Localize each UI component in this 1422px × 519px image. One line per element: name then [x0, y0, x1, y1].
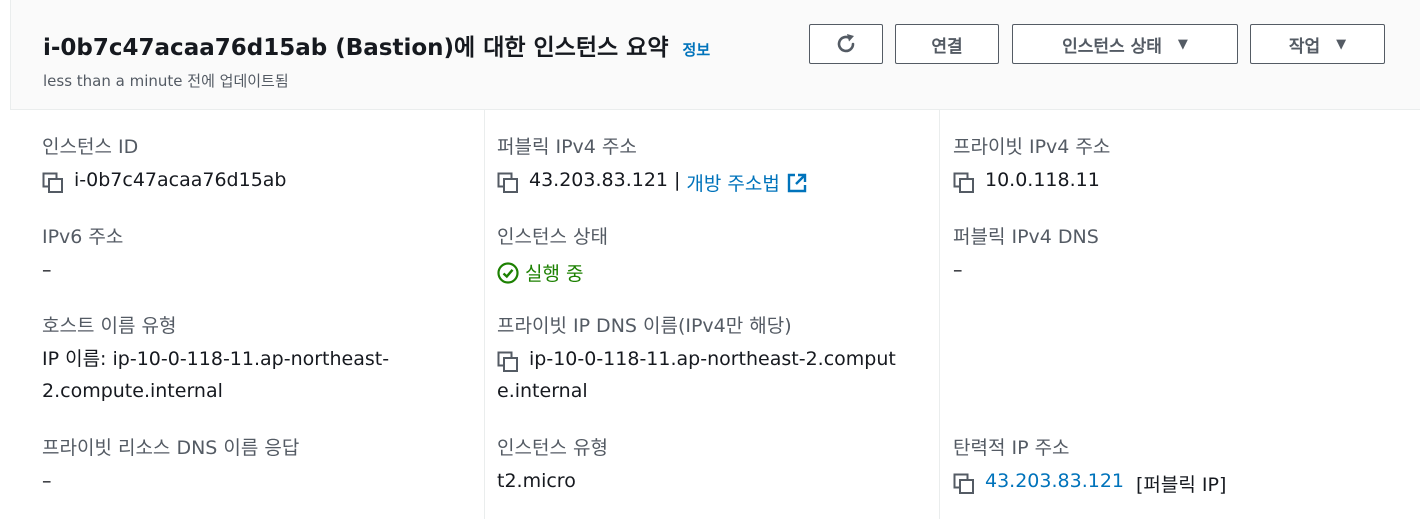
- instance-state-button[interactable]: 인스턴스 상태 ▼: [1012, 24, 1238, 64]
- private-resource-dns-label: 프라이빗 리소스 DNS 이름 응답: [42, 437, 300, 459]
- copy-icon[interactable]: [953, 172, 975, 194]
- private-ipv4-value: 10.0.118.11: [985, 169, 1100, 191]
- private-dns-label: 프라이빗 IP DNS 이름(IPv4만 해당): [497, 315, 792, 337]
- summary-details: 인스턴스 ID i-0b7c47acaa76d15ab IPv6 주소 – 호스…: [10, 110, 1420, 519]
- open-address-link[interactable]: 개방 주소법: [686, 169, 779, 196]
- hostname-type-label: 호스트 이름 유형: [42, 315, 177, 337]
- instance-id-field: 인스턴스 ID i-0b7c47acaa76d15ab: [42, 132, 287, 194]
- check-circle-icon: [497, 261, 519, 284]
- hostname-type-value-line1: IP 이름: ip-10-0-118-11.ap-northeast-: [42, 348, 390, 370]
- refresh-icon: [837, 34, 855, 53]
- copy-icon[interactable]: [497, 172, 519, 194]
- external-link-icon[interactable]: [786, 172, 808, 194]
- elastic-ip-label: 탄력적 IP 주소: [953, 437, 1070, 459]
- instance-id-value: i-0b7c47acaa76d15ab: [74, 169, 287, 191]
- copy-icon[interactable]: [42, 172, 64, 194]
- summary-header: i-0b7c47acaa76d15ab (Bastion)에 대한 인스턴스 요…: [10, 0, 1420, 110]
- connect-button-label: 연결: [931, 36, 963, 57]
- ipv6-value: –: [42, 259, 52, 281]
- elastic-ip-suffix: [퍼블릭 IP]: [1136, 474, 1227, 496]
- public-ipv4-field: 퍼블릭 IPv4 주소 43.203.83.121 | 개방 주소법: [497, 132, 808, 196]
- actions-button-label: 작업: [1288, 36, 1321, 57]
- hostname-type-field: 호스트 이름 유형 IP 이름: ip-10-0-118-11.ap-north…: [42, 311, 389, 407]
- copy-icon[interactable]: [953, 473, 975, 495]
- instance-state-button-label: 인스턴스 상태: [1062, 36, 1162, 57]
- public-ipv4-label: 퍼블릭 IPv4 주소: [497, 136, 637, 158]
- private-dns-field: 프라이빗 IP DNS 이름(IPv4만 해당) ip-10-0-118-11.…: [497, 311, 896, 407]
- info-link[interactable]: 정보: [683, 41, 711, 59]
- public-ipv4-value: 43.203.83.121: [529, 169, 669, 191]
- instance-type-value: t2.micro: [497, 470, 576, 492]
- instance-state-value: 실행 중: [525, 263, 584, 285]
- page-title: i-0b7c47acaa76d15ab (Bastion)에 대한 인스턴스 요…: [43, 28, 710, 62]
- private-ipv4-label: 프라이빗 IPv4 주소: [953, 136, 1111, 158]
- ipv6-field: IPv6 주소 –: [42, 222, 123, 281]
- column-divider: [484, 110, 485, 519]
- private-resource-dns-field: 프라이빗 리소스 DNS 이름 응답 –: [42, 433, 299, 492]
- separator: |: [674, 169, 681, 191]
- caret-down-icon: ▼: [1177, 36, 1188, 52]
- last-updated-text: less than a minute 전에 업데이트됨: [43, 72, 289, 90]
- elastic-ip-field: 탄력적 IP 주소 43.203.83.121 [퍼블릭 IP]: [953, 433, 1226, 497]
- actions-button[interactable]: 작업 ▼: [1250, 24, 1385, 64]
- page-title-text: i-0b7c47acaa76d15ab (Bastion)에 대한 인스턴스 요…: [43, 35, 669, 61]
- caret-down-icon: ▼: [1336, 36, 1347, 52]
- hostname-type-value-line2: 2.compute.internal: [42, 380, 223, 402]
- private-dns-value-line1: ip-10-0-118-11.ap-northeast-2.comput: [529, 348, 896, 370]
- connect-button[interactable]: 연결: [895, 24, 999, 64]
- instance-id-label: 인스턴스 ID: [42, 136, 139, 158]
- instance-state-label: 인스턴스 상태: [497, 226, 608, 248]
- public-dns-field: 퍼블릭 IPv4 DNS –: [953, 222, 1099, 281]
- ipv6-label: IPv6 주소: [42, 226, 124, 248]
- public-dns-value: –: [953, 259, 963, 281]
- private-resource-dns-value: –: [42, 470, 52, 492]
- private-dns-value-line2: e.internal: [497, 380, 588, 402]
- instance-type-label: 인스턴스 유형: [497, 437, 608, 459]
- copy-icon[interactable]: [497, 351, 519, 373]
- public-dns-label: 퍼블릭 IPv4 DNS: [953, 226, 1099, 248]
- refresh-button[interactable]: [809, 24, 883, 64]
- instance-type-field: 인스턴스 유형 t2.micro: [497, 433, 608, 492]
- elastic-ip-link[interactable]: 43.203.83.121: [985, 470, 1124, 492]
- private-ipv4-field: 프라이빗 IPv4 주소 10.0.118.11: [953, 132, 1110, 194]
- instance-state-field: 인스턴스 상태 실행 중: [497, 222, 608, 286]
- column-divider: [939, 110, 940, 519]
